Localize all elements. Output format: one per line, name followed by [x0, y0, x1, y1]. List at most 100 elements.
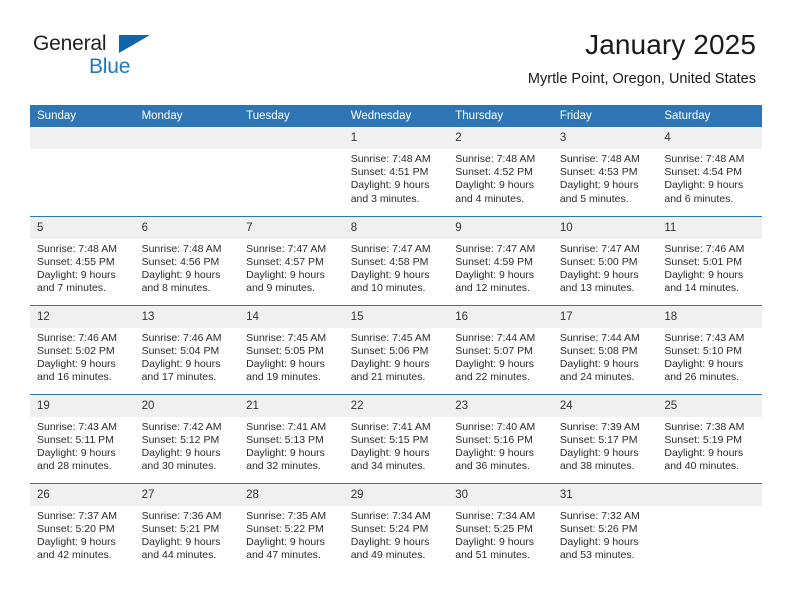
day-cell[interactable]: 9 Sunrise: 7:47 AM Sunset: 4:59 PM Daylight…: [448, 215, 553, 305]
day-cell[interactable]: 5 Sunrise: 7:48 AM Sunset: 4:55 PM Daylight…: [30, 215, 135, 305]
sunset-text: Sunset: 5:26 PM: [559, 522, 638, 535]
daylight-text-line2: and 14 minutes.: [664, 282, 740, 295]
weekday-header-thursday: Thursday: [448, 105, 553, 127]
day-cell[interactable]: 19 Sunrise: 7:43 AM Sunset: 5:11 PM Dayligh…: [30, 393, 135, 483]
daylight-text-line1: Daylight: 9 hours: [455, 357, 535, 370]
day-details: Sunrise: 7:46 AM Sunset: 5:02 PM Daylight:…: [30, 328, 135, 385]
day-cell-empty: [239, 127, 344, 216]
sunrise-text: Sunrise: 7:48 AM: [37, 242, 117, 255]
sunset-text: Sunset: 4:53 PM: [559, 166, 638, 179]
day-details: Sunrise: 7:43 AM Sunset: 5:11 PM Daylight:…: [30, 417, 135, 474]
day-number: [30, 127, 135, 149]
day-details: Sunrise: 7:46 AM Sunset: 5:01 PM Daylight:…: [657, 239, 762, 296]
sunset-text: Sunset: 5:21 PM: [141, 522, 220, 535]
sunrise-text: Sunrise: 7:48 AM: [141, 242, 222, 255]
day-cell[interactable]: 27 Sunrise: 7:36 AM Sunset: 5:21 PM Dayligh…: [134, 482, 240, 572]
day-cell[interactable]: 31 Sunrise: 7:32 AM Sunset: 5:26 PM Dayligh…: [552, 482, 658, 572]
daylight-text-line2: and 13 minutes.: [559, 282, 635, 295]
sunset-text: Sunset: 4:59 PM: [455, 255, 533, 268]
day-cell[interactable]: 2 Sunrise: 7:48 AM Sunset: 4:52 PM Daylight…: [448, 127, 553, 216]
day-cell[interactable]: 30 Sunrise: 7:34 AM Sunset: 5:25 PM Dayligh…: [448, 482, 553, 572]
day-details: Sunrise: 7:48 AM Sunset: 4:54 PM Daylight:…: [657, 149, 762, 206]
day-number: 1: [343, 127, 449, 149]
day-cell[interactable]: 4 Sunrise: 7:48 AM Sunset: 4:54 PM Daylight…: [657, 127, 762, 216]
day-cell[interactable]: 10 Sunrise: 7:47 AM Sunset: 5:00 PM Dayligh…: [552, 215, 658, 305]
daylight-text-line2: and 5 minutes.: [559, 192, 629, 205]
day-number: 5: [30, 216, 135, 239]
daylight-text-line2: and 9 minutes.: [246, 282, 316, 295]
day-cell[interactable]: 21 Sunrise: 7:41 AM Sunset: 5:13 PM Dayligh…: [239, 393, 344, 483]
sunset-text: Sunset: 5:06 PM: [350, 344, 429, 357]
sunrise-text: Sunrise: 7:46 AM: [664, 242, 745, 255]
daylight-text-line2: and 32 minutes.: [246, 460, 321, 473]
daylight-text-line2: and 21 minutes.: [350, 371, 426, 384]
day-number: [134, 127, 240, 149]
day-number: 21: [239, 394, 344, 417]
daylight-text-line2: and 24 minutes.: [559, 371, 635, 384]
sunset-text: Sunset: 5:19 PM: [664, 433, 743, 446]
day-cell[interactable]: 3 Sunrise: 7:48 AM Sunset: 4:53 PM Daylight…: [552, 127, 658, 216]
day-cell[interactable]: 25 Sunrise: 7:38 AM Sunset: 5:19 PM Dayligh…: [657, 393, 762, 483]
day-details: Sunrise: 7:47 AM Sunset: 4:58 PM Daylight:…: [344, 239, 449, 296]
sunset-text: Sunset: 5:20 PM: [37, 522, 115, 535]
day-cell[interactable]: 16 Sunrise: 7:44 AM Sunset: 5:07 PM Dayligh…: [448, 304, 553, 394]
day-cell-empty: [134, 127, 240, 216]
daylight-text-line1: Daylight: 9 hours: [37, 535, 116, 548]
sunrise-text: Sunrise: 7:40 AM: [455, 420, 536, 433]
day-cell[interactable]: 14 Sunrise: 7:45 AM Sunset: 5:05 PM Dayligh…: [239, 304, 344, 394]
daylight-text-line2: and 36 minutes.: [455, 460, 530, 473]
day-cell[interactable]: 29 Sunrise: 7:34 AM Sunset: 5:24 PM Dayligh…: [343, 482, 449, 572]
daylight-text-line2: and 30 minutes.: [141, 460, 217, 473]
sunrise-text: Sunrise: 7:36 AM: [141, 509, 222, 522]
sunrise-text: Sunrise: 7:46 AM: [37, 331, 117, 344]
day-details: Sunrise: 7:34 AM Sunset: 5:25 PM Daylight:…: [448, 506, 553, 563]
calendar-week-row: 12 Sunrise: 7:46 AM Sunset: 5:02 PM Dayligh…: [30, 304, 762, 394]
daylight-text-line2: and 28 minutes.: [37, 460, 112, 473]
daylight-text-line2: and 40 minutes.: [664, 460, 740, 473]
day-number: 9: [448, 216, 553, 239]
daylight-text-line1: Daylight: 9 hours: [350, 179, 430, 192]
sunset-text: Sunset: 4:52 PM: [455, 166, 533, 179]
day-details: Sunrise: 7:46 AM Sunset: 5:04 PM Daylight:…: [135, 328, 240, 385]
day-cell[interactable]: 6 Sunrise: 7:48 AM Sunset: 4:56 PM Daylight…: [134, 215, 240, 305]
day-cell[interactable]: 13 Sunrise: 7:46 AM Sunset: 5:04 PM Dayligh…: [134, 304, 240, 394]
daylight-text-line1: Daylight: 9 hours: [246, 268, 325, 281]
day-cell[interactable]: 17 Sunrise: 7:44 AM Sunset: 5:08 PM Dayligh…: [552, 304, 658, 394]
day-cell[interactable]: 24 Sunrise: 7:39 AM Sunset: 5:17 PM Dayligh…: [552, 393, 658, 483]
brand-logo[interactable]: General Blue: [33, 33, 163, 83]
day-cell[interactable]: 23 Sunrise: 7:40 AM Sunset: 5:16 PM Dayligh…: [448, 393, 553, 483]
sunset-text: Sunset: 4:54 PM: [664, 166, 743, 179]
daylight-text-line1: Daylight: 9 hours: [664, 357, 744, 370]
day-cell[interactable]: 18 Sunrise: 7:43 AM Sunset: 5:10 PM Dayligh…: [657, 304, 762, 394]
day-number: 17: [552, 305, 658, 328]
sunrise-text: Sunrise: 7:45 AM: [350, 331, 431, 344]
title-block: January 2025 Myrtle Point, Oregon, Unite…: [528, 28, 756, 89]
sunrise-text: Sunrise: 7:43 AM: [37, 420, 117, 433]
daylight-text-line1: Daylight: 9 hours: [37, 446, 116, 459]
daylight-text-line1: Daylight: 9 hours: [455, 268, 535, 281]
sunset-text: Sunset: 4:57 PM: [246, 255, 324, 268]
day-cell[interactable]: 20 Sunrise: 7:42 AM Sunset: 5:12 PM Dayligh…: [134, 393, 240, 483]
daylight-text-line2: and 4 minutes.: [455, 192, 525, 205]
day-details: Sunrise: 7:47 AM Sunset: 4:59 PM Daylight:…: [448, 239, 553, 296]
sunset-text: Sunset: 5:24 PM: [350, 522, 429, 535]
day-cell[interactable]: 15 Sunrise: 7:45 AM Sunset: 5:06 PM Dayligh…: [343, 304, 449, 394]
day-cell[interactable]: 1 Sunrise: 7:48 AM Sunset: 4:51 PM Daylight…: [343, 127, 449, 216]
day-cell[interactable]: 7 Sunrise: 7:47 AM Sunset: 4:57 PM Daylight…: [239, 215, 344, 305]
day-cell[interactable]: 28 Sunrise: 7:35 AM Sunset: 5:22 PM Dayligh…: [239, 482, 344, 572]
day-cell[interactable]: 12 Sunrise: 7:46 AM Sunset: 5:02 PM Dayligh…: [30, 304, 135, 394]
day-cell[interactable]: 11 Sunrise: 7:46 AM Sunset: 5:01 PM Dayligh…: [657, 215, 762, 305]
day-cell[interactable]: 22 Sunrise: 7:41 AM Sunset: 5:15 PM Dayligh…: [343, 393, 449, 483]
daylight-text-line2: and 17 minutes.: [141, 371, 217, 384]
day-cell[interactable]: 8 Sunrise: 7:47 AM Sunset: 4:58 PM Daylight…: [343, 215, 449, 305]
day-details: Sunrise: 7:45 AM Sunset: 5:06 PM Daylight:…: [344, 328, 449, 385]
sunset-text: Sunset: 4:51 PM: [350, 166, 429, 179]
sunset-text: Sunset: 5:01 PM: [664, 255, 743, 268]
calendar-week-row: 19 Sunrise: 7:43 AM Sunset: 5:11 PM Dayligh…: [30, 393, 762, 483]
day-cell[interactable]: 26 Sunrise: 7:37 AM Sunset: 5:20 PM Dayligh…: [30, 482, 135, 572]
sunrise-text: Sunrise: 7:37 AM: [37, 509, 117, 522]
sunrise-text: Sunrise: 7:47 AM: [350, 242, 431, 255]
daylight-text-line1: Daylight: 9 hours: [141, 268, 221, 281]
daylight-text-line1: Daylight: 9 hours: [455, 446, 535, 459]
day-number: 25: [657, 394, 762, 417]
